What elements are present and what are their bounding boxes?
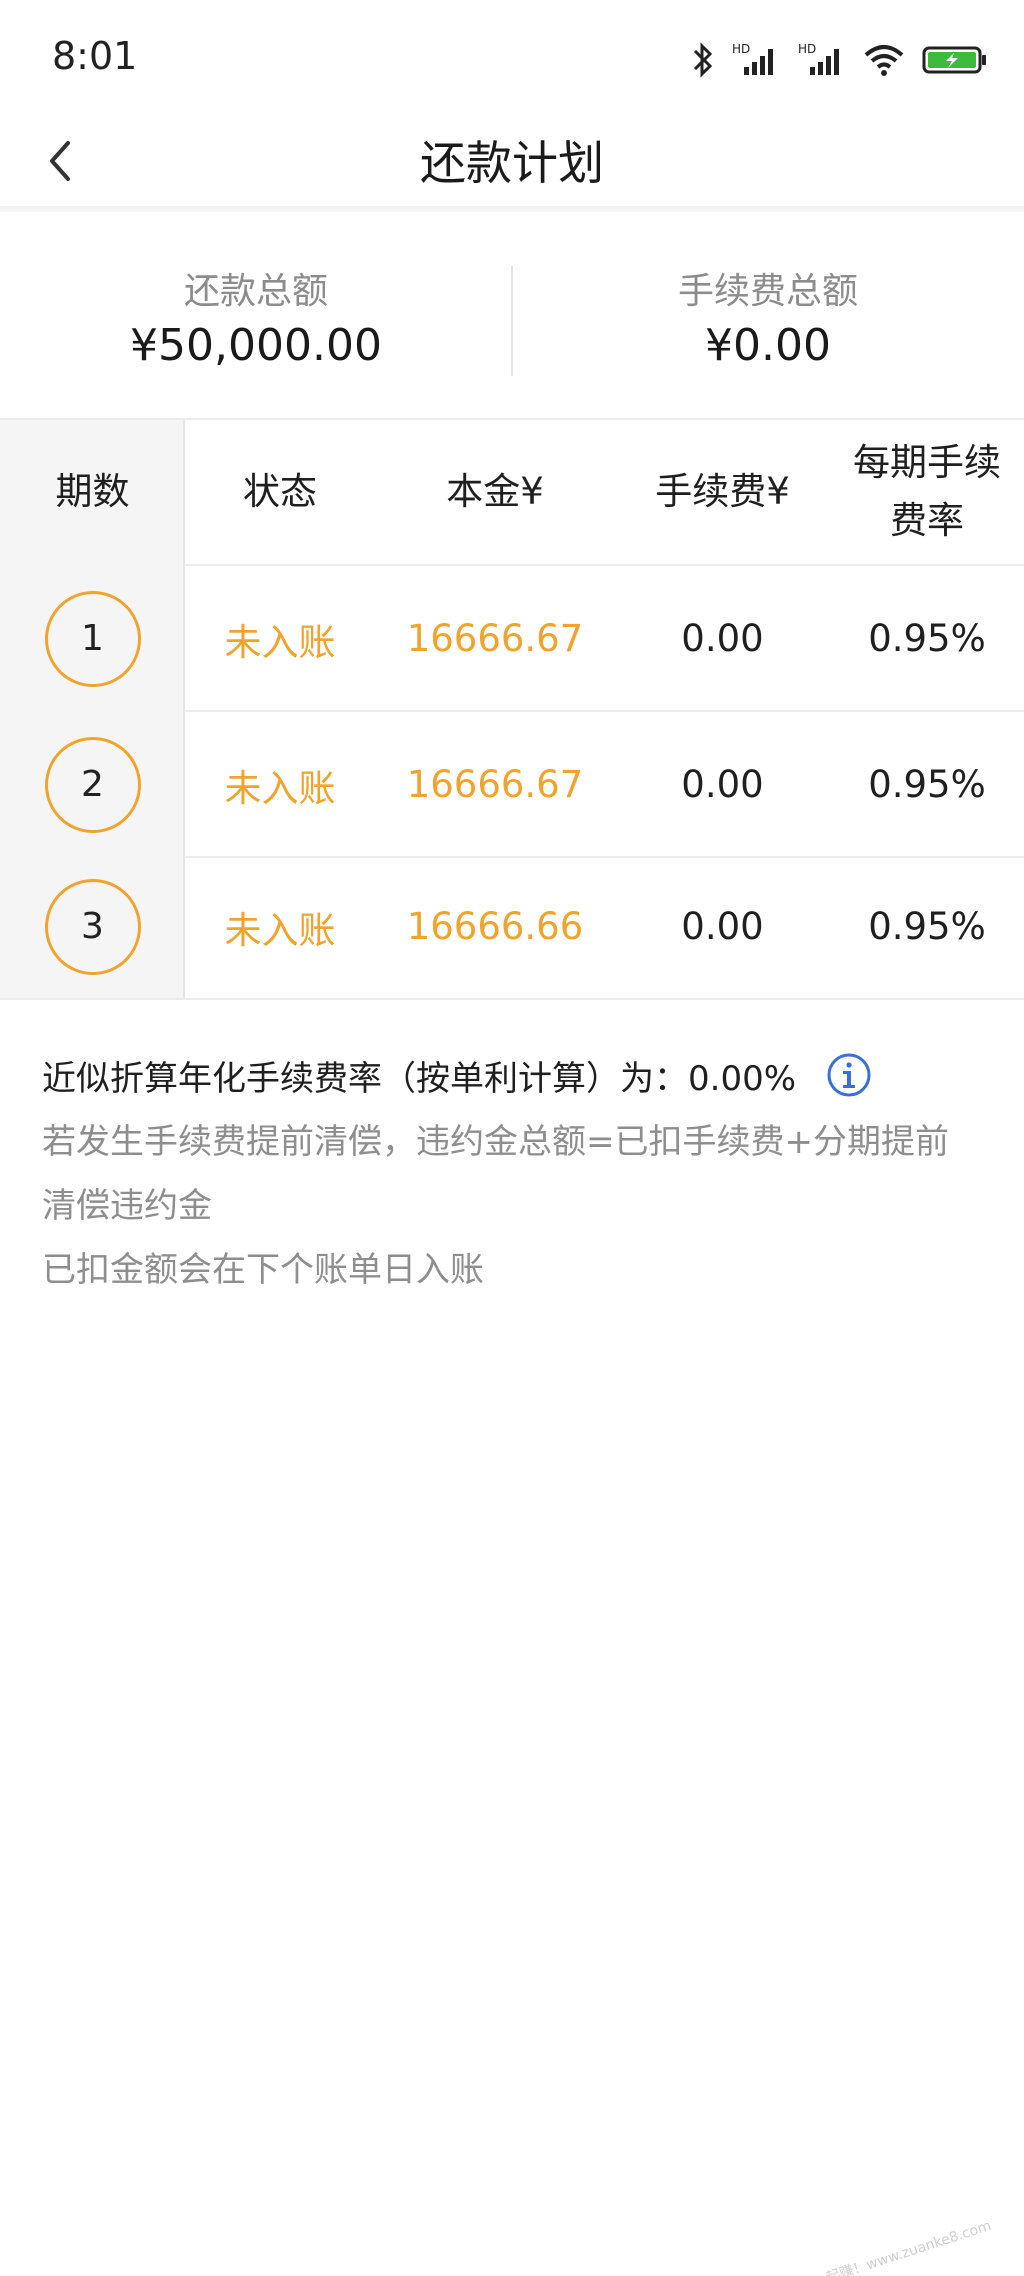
rate-cell: 0.95% — [868, 763, 986, 806]
signal-hd-icon: HD — [732, 41, 780, 79]
header-rate-line1: 每期手续 — [853, 441, 1001, 484]
status-time: 8:01 — [52, 34, 138, 78]
bluetooth-icon — [692, 41, 714, 79]
fee-cell: 0.00 — [681, 905, 764, 948]
note-line-1: 若发生手续费提前清偿，违约金总额=已扣手续费+分期提前 — [42, 1122, 949, 1162]
chevron-left-icon — [46, 139, 74, 187]
repayment-summary: 还款总额 ¥50,000.00 手续费总额 ¥0.00 — [0, 212, 1024, 418]
notes-section: 近似折算年化手续费率（按单利计算）为：0.00% 若发生手续费提前清偿，违约金总… — [42, 1040, 992, 1302]
status-cell: 未入账 — [224, 908, 336, 952]
period-cell: 1 — [0, 566, 185, 711]
status-icons: HD HD — [692, 40, 988, 80]
header-rate: 每期手续 费率 — [830, 420, 1024, 564]
fee-cell: 0.00 — [681, 763, 764, 806]
principal-cell: 16666.67 — [406, 763, 584, 806]
annual-rate-line: 近似折算年化手续费率（按单利计算）为：0.00% — [42, 1040, 992, 1110]
nav-bar: 还款计划 — [0, 118, 1024, 208]
watermark: 赚客吧，有奖一起赚！www.zuanke8.com — [731, 2217, 994, 2276]
table-row: 3 未入账 16666.66 0.00 0.95% — [0, 854, 1024, 999]
period-badge: 2 — [44, 736, 141, 833]
note-line-2: 清偿违约金 — [42, 1186, 212, 1226]
rate-cell: 0.95% — [868, 617, 986, 660]
header-principal: 本金¥ — [446, 470, 544, 513]
rate-cell: 0.95% — [868, 905, 986, 948]
principal-cell: 16666.67 — [406, 617, 584, 660]
header-fee: 手续费¥ — [655, 470, 790, 513]
header-rate-line2: 费率 — [890, 499, 964, 542]
header-period: 期数 — [55, 470, 130, 513]
total-repayment-label: 还款总额 — [183, 271, 328, 312]
table-row: 1 未入账 16666.67 0.00 0.95% — [0, 566, 1024, 711]
total-fee-value: ¥0.00 — [705, 320, 831, 371]
total-fee-label: 手续费总额 — [677, 271, 858, 312]
status-bar: 8:01 HD HD — [0, 0, 1024, 118]
plan-table: 期数 状态 本金¥ 手续费¥ 每期手续 费率 1 未入账 16666.67 0.… — [0, 418, 1024, 1000]
back-button[interactable] — [30, 128, 90, 198]
annual-rate-text: 近似折算年化手续费率（按单利计算）为：0.00% — [42, 1058, 797, 1099]
period-badge: 1 — [44, 590, 141, 687]
signal-hd-icon: HD — [798, 41, 846, 79]
principal-cell: 16666.66 — [406, 905, 584, 948]
note-line-3: 已扣金额会在下个账单日入账 — [42, 1250, 484, 1290]
total-repayment: 还款总额 ¥50,000.00 — [0, 212, 512, 418]
table-header: 期数 状态 本金¥ 手续费¥ 每期手续 费率 — [0, 420, 1024, 564]
status-cell: 未入账 — [224, 620, 336, 664]
page-title: 还款计划 — [420, 136, 604, 190]
period-badge: 3 — [44, 878, 141, 975]
info-icon[interactable] — [826, 1052, 872, 1098]
table-row: 2 未入账 16666.67 0.00 0.95% — [0, 712, 1024, 857]
total-repayment-value: ¥50,000.00 — [130, 320, 382, 371]
wifi-icon — [864, 43, 904, 77]
period-cell: 3 — [0, 854, 185, 999]
repayment-plan-page: 8:01 HD HD 还款计划 还款总额 ¥50,000.00 手续费总额 ¥0… — [0, 0, 1024, 2276]
period-cell: 2 — [0, 712, 185, 857]
total-fee: 手续费总额 ¥0.00 — [512, 212, 1024, 418]
fee-cell: 0.00 — [681, 617, 764, 660]
status-cell: 未入账 — [224, 766, 336, 810]
svg-text:HD: HD — [798, 42, 816, 56]
header-status: 状态 — [243, 470, 317, 513]
battery-charging-icon — [922, 45, 988, 75]
table-bottom-divider — [0, 998, 1024, 1000]
svg-text:HD: HD — [732, 42, 750, 56]
